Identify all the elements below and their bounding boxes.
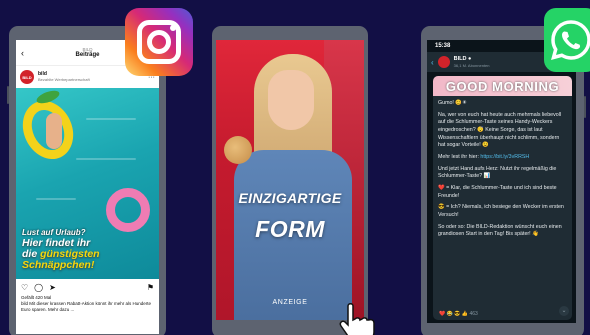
- volume-button: [7, 86, 9, 104]
- channel-info[interactable]: BILD ● 36,1 M. Abonnenten: [454, 56, 490, 67]
- message-banner-image[interactable]: GOOD MORNING: [433, 76, 572, 96]
- logo-dot: [170, 25, 176, 31]
- scroll-down-icon[interactable]: ⌄: [559, 306, 569, 316]
- whatsapp-logo-icon: [544, 8, 590, 72]
- water-ripple: [36, 198, 76, 200]
- share-icon[interactable]: ➤: [49, 283, 56, 292]
- post-actions: ♡ ◯ ➤ ⚑: [16, 279, 159, 295]
- back-icon[interactable]: ‹: [431, 58, 434, 67]
- phone-story: EINZIGARTIGE FORM ANZEIGE: [212, 26, 368, 335]
- link-prefix: Mehr lest ihr hier:: [438, 154, 481, 161]
- whatsapp-screen: 15:38 ▮▮ ◉ ‹ BILD ● 36,1 M. Abonnenten G…: [427, 40, 576, 323]
- whatsapp-glyph: [551, 20, 590, 60]
- instagram-logo-icon: [125, 8, 193, 76]
- message-reactions[interactable]: ❤️ 😂 😎 👍 463: [439, 311, 478, 317]
- story-headline: EINZIGARTIGE: [238, 190, 342, 206]
- message-paragraph: Na, wer von euch hat heute auch mehrmals…: [438, 111, 562, 149]
- cookie: [224, 136, 252, 164]
- avatar[interactable]: BILD: [20, 70, 34, 84]
- woman-face: [268, 70, 314, 130]
- instagram-screen: ‹ BILD Beiträge BILD bild Bezahlte Werbe…: [16, 40, 159, 334]
- pointer-hand-icon: [339, 303, 375, 335]
- message-bubble: GOOD MORNING Gumo! 😊☀ Na, wer von euch h…: [433, 76, 572, 320]
- power-button: [584, 96, 586, 118]
- back-icon[interactable]: ‹: [21, 48, 24, 58]
- stage: ‹ BILD Beiträge BILD bild Bezahlte Werbe…: [0, 0, 590, 335]
- logo-lens: [147, 30, 171, 54]
- message-paragraph: ❤️ = Klar, die Schlummer-Taste und ich s…: [438, 185, 557, 199]
- person-on-float: [46, 113, 62, 149]
- avatar[interactable]: [437, 56, 450, 68]
- message-paragraph: Und jetzt Hand aufs Herz: Nutzt ihr rege…: [438, 165, 557, 180]
- post-caption: bild Mit dieser krassen Rabatt-Aktion kö…: [21, 301, 152, 312]
- water-ripple: [86, 118, 136, 120]
- status-time: 15:38: [435, 43, 451, 49]
- caption-headline: Hier findet ihr die günstigsten Schnäppc…: [22, 237, 154, 272]
- post-image[interactable]: Lust auf Urlaub? Hier findet ihr die gün…: [16, 88, 159, 279]
- comment-icon[interactable]: ◯: [34, 283, 43, 292]
- story-screen[interactable]: EINZIGARTIGE FORM ANZEIGE: [216, 40, 364, 320]
- message-paragraph: So oder so: Die BILD-Redaktion wünscht e…: [438, 223, 562, 238]
- author-info: bild Bezahlte Werbepartnerschaft: [38, 71, 90, 83]
- water-ripple: [76, 158, 136, 160]
- channel-subscribers: 36,1 M. Abonnenten: [453, 62, 490, 68]
- message-line: Gumo! 😊☀: [438, 100, 467, 106]
- phone-whatsapp: 15:38 ▮▮ ◉ ‹ BILD ● 36,1 M. Abonnenten G…: [421, 26, 586, 335]
- caption-question: Lust auf Urlaub?: [22, 228, 86, 237]
- sponsored-label: Bezahlte Werbepartnerschaft: [38, 77, 90, 83]
- header-title: Beiträge: [75, 52, 100, 58]
- article-link[interactable]: https://bit.ly/3vRRSH: [480, 154, 529, 160]
- donut-float: [106, 188, 150, 232]
- bookmark-icon[interactable]: ⚑: [147, 283, 154, 292]
- message-link-line: Mehr lest ihr hier: https://bit.ly/3vRRS…: [433, 154, 572, 162]
- caption-highlight: Schnäppchen!: [22, 259, 95, 272]
- story-headline-large: FORM: [255, 216, 325, 242]
- message-paragraph: 😎 = Ich? Niemals, ich besiege den Wecker…: [438, 204, 564, 219]
- heart-icon[interactable]: ♡: [21, 283, 28, 292]
